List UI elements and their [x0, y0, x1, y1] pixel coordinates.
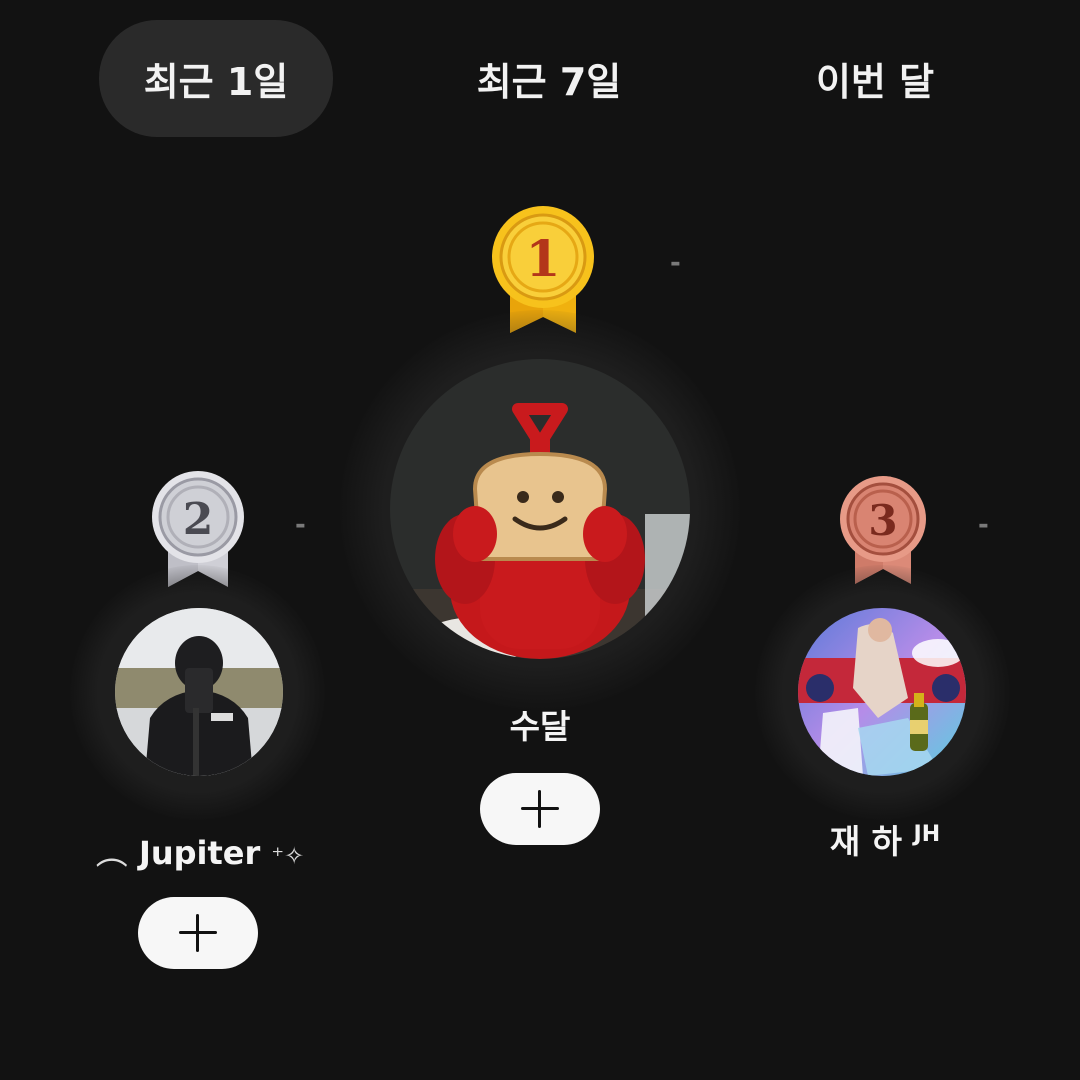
tab-this-month[interactable]: 이번 달	[758, 20, 992, 137]
tab-recent-1-day[interactable]: 최근 1일	[99, 20, 333, 137]
avatar-first[interactable]	[390, 359, 690, 659]
nickname-first: 수달	[509, 707, 571, 746]
nickname-deco-prefix: ︵	[95, 834, 128, 872]
rank-change-first: -	[670, 248, 681, 278]
avatar-second[interactable]	[115, 608, 283, 776]
rank-change-second: -	[295, 510, 306, 540]
tab-recent-7-days[interactable]: 최근 7일	[432, 20, 666, 137]
nickname-text: Jupiter	[138, 834, 261, 872]
nickname-third: 재 하 JH	[770, 815, 1000, 863]
svg-text:2: 2	[183, 494, 214, 545]
plus-icon	[179, 914, 217, 952]
follow-button-first[interactable]	[480, 773, 600, 845]
plus-icon	[521, 790, 559, 828]
follow-button-second[interactable]	[138, 897, 258, 969]
period-tabs: 최근 1일 최근 7일 이번 달	[0, 20, 1080, 137]
nickname-suffix: JH	[913, 822, 941, 847]
rank-change-third: -	[978, 510, 989, 540]
nickname-text: 재 하	[829, 822, 903, 861]
sparkle-icon: ⁺✧	[271, 842, 305, 870]
svg-text:1: 1	[526, 229, 561, 288]
nickname-second: ︵ Jupiter ⁺✧	[70, 828, 330, 874]
svg-text:3: 3	[868, 496, 897, 545]
avatar-third[interactable]	[798, 608, 966, 776]
